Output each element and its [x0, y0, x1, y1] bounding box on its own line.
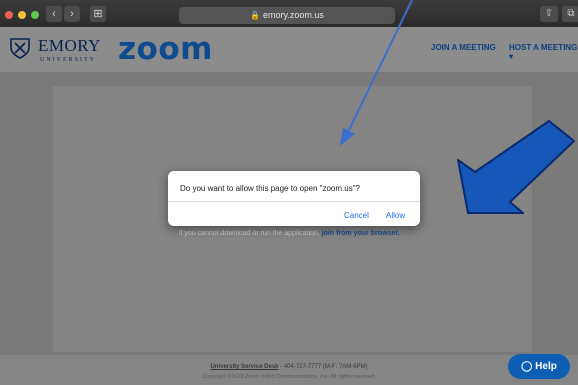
thin-arrow-icon: [340, 0, 413, 146]
annotation-overlay: [340, 0, 575, 214]
thick-arrow-icon: [457, 120, 575, 214]
